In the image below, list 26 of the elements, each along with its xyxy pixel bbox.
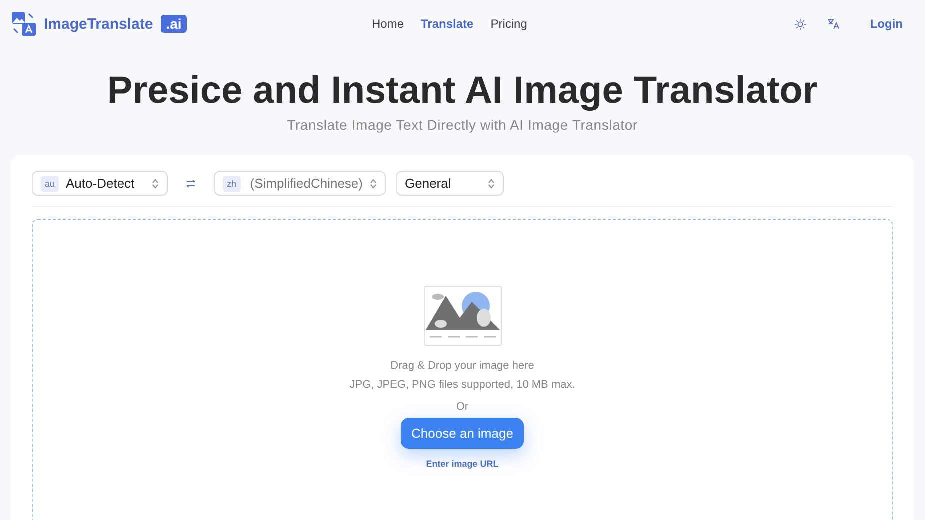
translate-icon[interactable] <box>828 18 840 30</box>
image-url-link[interactable]: Enter image URL <box>426 459 499 469</box>
page-subtitle: Translate Image Text Directly with AI Image Translator <box>286 117 639 133</box>
drop-zone[interactable]: Drag & Drop your image here JPG, JPEG, PNG files supported, 10 MB max. Or Choose an image Enter image URL <box>32 219 893 520</box>
login-link[interactable]: Login <box>870 17 903 31</box>
or-text: Or <box>456 401 469 413</box>
sun-icon[interactable] <box>795 18 806 30</box>
drop-hint: Drag & Drop your image here <box>390 360 534 372</box>
language-code: au <box>41 176 60 192</box>
logo-badge: .ai <box>161 15 187 33</box>
choose-image-button[interactable]: Choose an image <box>400 418 524 449</box>
image-placeholder-icon <box>424 286 502 346</box>
language-select[interactable]: zh (SimplifiedChinese) <box>214 171 386 196</box>
chevron-updown-icon <box>488 178 495 188</box>
logo-icon <box>12 12 36 36</box>
language-code: zh <box>223 176 241 192</box>
format-hint: JPG, JPEG, PNG files supported, 10 MB max. <box>350 379 576 391</box>
language-select[interactable]: au Auto-Detect <box>32 171 168 196</box>
chevron-updown-icon <box>152 178 159 188</box>
logo-text: ImageTranslate <box>44 16 154 32</box>
mode-select[interactable]: General <box>396 171 504 196</box>
page-title: Presice and Instant AI Image Translator <box>106 70 819 113</box>
nav-link[interactable]: Pricing <box>490 17 528 31</box>
nav-link[interactable]: Home <box>372 17 404 31</box>
chevron-updown-icon <box>370 178 377 188</box>
nav-link[interactable]: Translate <box>421 17 474 31</box>
